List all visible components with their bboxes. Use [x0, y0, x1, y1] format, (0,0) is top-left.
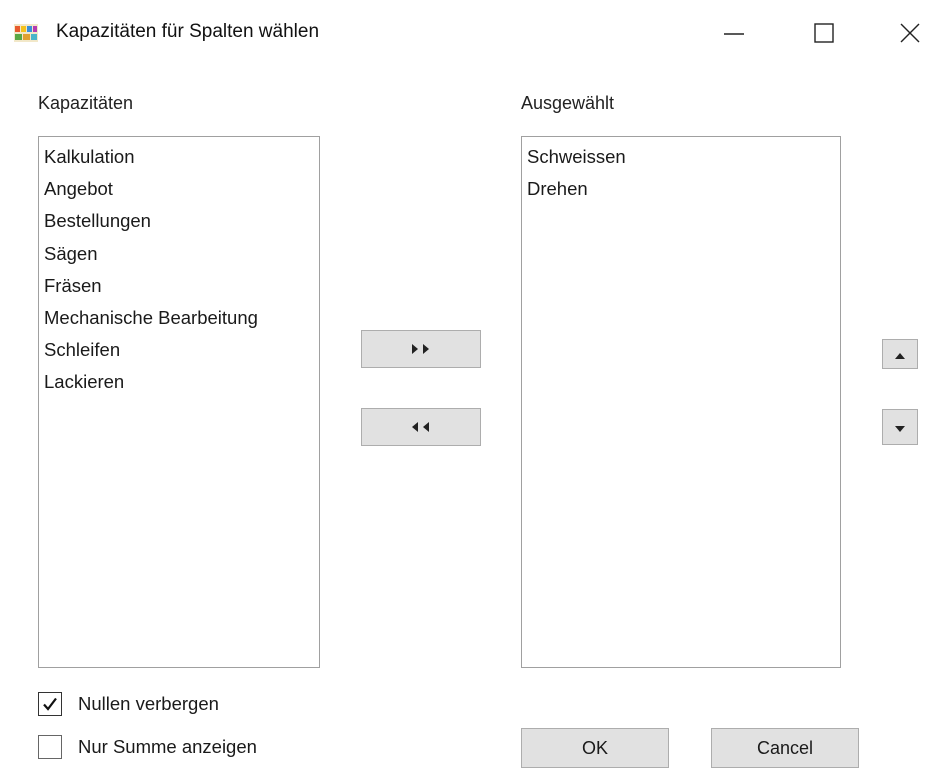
move-down-button[interactable] [882, 409, 918, 445]
available-list[interactable]: Kalkulation Angebot Bestellungen Sägen F… [38, 136, 320, 668]
sum-only-checkbox[interactable] [38, 735, 62, 759]
list-item[interactable]: Angebot [41, 173, 317, 205]
list-item[interactable]: Sägen [41, 238, 317, 270]
list-item[interactable]: Mechanische Bearbeitung [41, 302, 317, 334]
selected-label: Ausgewählt [521, 93, 615, 113]
hide-zeros-option[interactable]: Nullen verbergen [38, 692, 219, 716]
dialog-window: Kapazitäten für Spalten wählen Kapazität… [0, 0, 933, 780]
cancel-button[interactable]: Cancel [711, 728, 859, 768]
arrow-up-icon [894, 344, 906, 365]
selected-list[interactable]: Schweissen Drehen [521, 136, 841, 668]
remove-button[interactable] [361, 408, 481, 446]
title-bar: Kapazitäten für Spalten wählen [0, 0, 933, 68]
list-item[interactable]: Schleifen [41, 334, 317, 366]
hide-zeros-checkbox[interactable] [38, 692, 62, 716]
move-up-button[interactable] [882, 339, 918, 369]
list-item[interactable]: Schweissen [524, 141, 838, 173]
minimize-button[interactable] [704, 10, 764, 56]
maximize-button[interactable] [794, 10, 854, 56]
hide-zeros-label: Nullen verbergen [78, 693, 219, 714]
available-label: Kapazitäten [38, 93, 134, 113]
list-item[interactable]: Bestellungen [41, 205, 317, 237]
maximize-icon [813, 22, 835, 44]
close-button[interactable] [880, 10, 933, 56]
list-item[interactable]: Kalkulation [41, 141, 317, 173]
ok-button[interactable]: OK [521, 728, 669, 768]
add-button[interactable] [361, 330, 481, 368]
checkmark-icon [43, 697, 57, 711]
list-item[interactable]: Fräsen [41, 270, 317, 302]
list-item[interactable]: Lackieren [41, 366, 317, 398]
arrow-down-icon [894, 417, 906, 438]
list-item[interactable]: Drehen [524, 173, 838, 205]
double-arrow-right-icon [410, 339, 432, 360]
sum-only-label: Nur Summe anzeigen [78, 736, 257, 757]
sum-only-option[interactable]: Nur Summe anzeigen [38, 735, 257, 759]
close-icon [899, 22, 921, 44]
minimize-icon [723, 22, 745, 44]
app-icon [14, 24, 38, 42]
window-title: Kapazitäten für Spalten wählen [56, 21, 320, 42]
double-arrow-left-icon [410, 417, 432, 438]
